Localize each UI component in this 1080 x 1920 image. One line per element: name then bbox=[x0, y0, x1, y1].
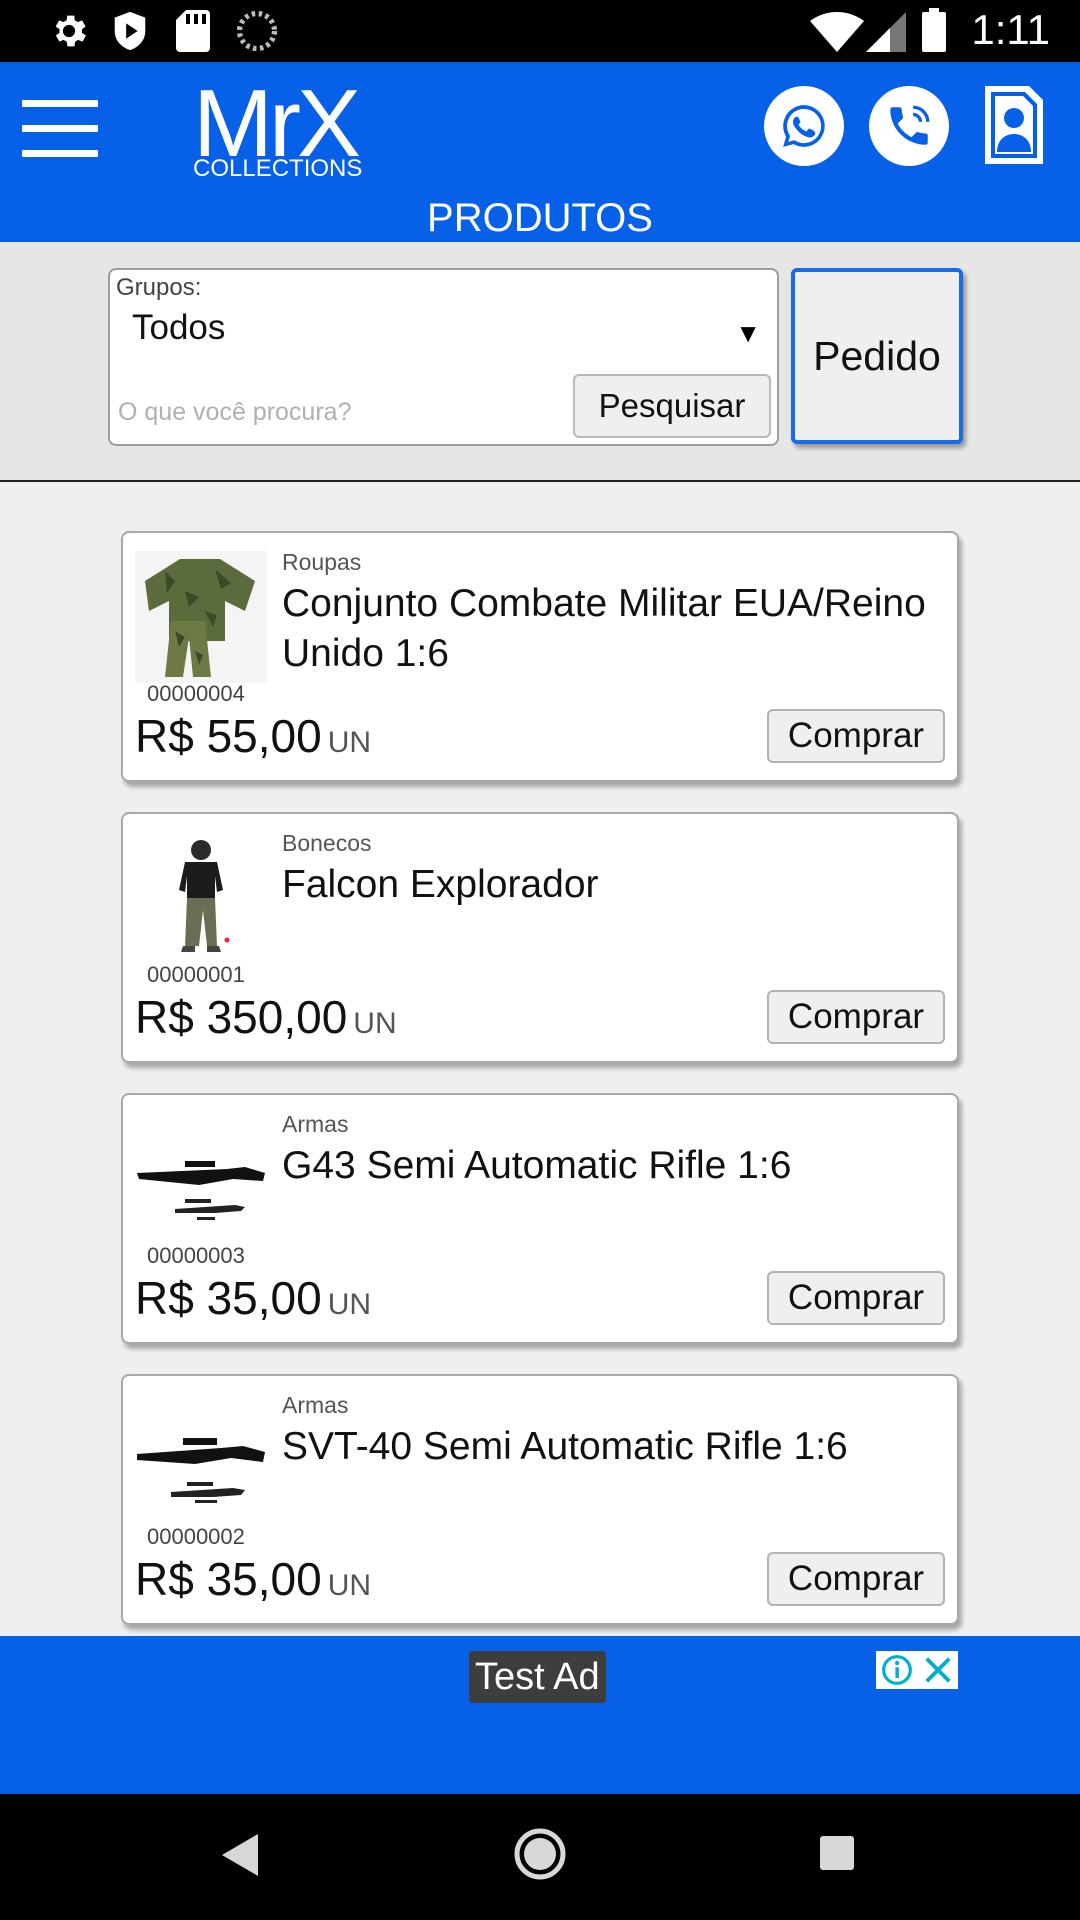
product-code: 00000001 bbox=[147, 962, 245, 987]
search-input[interactable] bbox=[118, 390, 568, 434]
product-card[interactable]: Armas G43 Semi Automatic Rifle 1:6 00000… bbox=[121, 1093, 959, 1344]
battery-icon bbox=[922, 8, 946, 52]
ad-label: Test Ad bbox=[469, 1651, 606, 1703]
phone-icon bbox=[890, 105, 930, 145]
product-price: R$ 55,00 UN bbox=[135, 710, 372, 762]
whatsapp-icon bbox=[783, 105, 825, 147]
product-code: 00000003 bbox=[147, 1243, 245, 1268]
buy-button[interactable]: Comprar bbox=[767, 1271, 945, 1325]
groups-label: Grupos: bbox=[116, 274, 202, 301]
brand-logo: MrX COLLECTIONS bbox=[193, 70, 363, 182]
product-price: R$ 35,00 UN bbox=[135, 1272, 372, 1324]
navigation-bar bbox=[0, 1794, 1080, 1920]
product-image bbox=[135, 1394, 267, 1526]
product-unit: UN bbox=[327, 1288, 372, 1321]
ad-controls bbox=[876, 1651, 958, 1689]
back-icon[interactable] bbox=[222, 1834, 258, 1876]
product-price: R$ 350,00 UN bbox=[135, 991, 397, 1043]
order-button[interactable]: Pedido bbox=[791, 268, 963, 444]
whatsapp-button[interactable] bbox=[764, 86, 844, 166]
product-name: Conjunto Combate Militar EUA/Reino Unido… bbox=[282, 582, 926, 675]
groups-select-value: Todos bbox=[132, 308, 226, 347]
wifi-icon bbox=[810, 12, 864, 52]
search-button[interactable]: Pesquisar bbox=[573, 374, 771, 438]
ad-banner[interactable]: Test Ad bbox=[0, 1636, 1080, 1794]
product-code: 00000004 bbox=[147, 681, 245, 706]
dropdown-arrow-icon: ▼ bbox=[735, 318, 761, 348]
product-unit: UN bbox=[327, 1569, 372, 1602]
product-image bbox=[135, 551, 267, 683]
product-name: Falcon Explorador bbox=[282, 863, 599, 906]
product-unit: UN bbox=[327, 726, 372, 759]
product-code: 00000002 bbox=[147, 1524, 245, 1549]
sd-card-icon bbox=[176, 10, 210, 52]
home-icon[interactable] bbox=[514, 1828, 566, 1880]
product-name: SVT-40 Semi Automatic Rifle 1:6 bbox=[282, 1425, 848, 1468]
status-time: 1:11 bbox=[971, 6, 1050, 53]
filter-area: Grupos: Todos ▼ Pesquisar Pedido bbox=[0, 242, 1080, 482]
product-card[interactable]: Bonecos Falcon Explorador 00000001 R$ 35… bbox=[121, 812, 959, 1063]
product-price: R$ 35,00 UN bbox=[135, 1553, 372, 1605]
app-header: MrX COLLECTIONS PRODUTOS bbox=[0, 62, 1080, 242]
product-card[interactable]: Armas SVT-40 Semi Automatic Rifle 1:6 00… bbox=[121, 1374, 959, 1625]
close-icon[interactable] bbox=[917, 1651, 958, 1689]
product-category: Roupas bbox=[282, 549, 362, 575]
menu-button[interactable] bbox=[22, 100, 100, 160]
shield-icon bbox=[114, 11, 146, 51]
product-category: Armas bbox=[282, 1392, 349, 1418]
recents-icon[interactable] bbox=[820, 1836, 854, 1870]
product-unit: UN bbox=[353, 1007, 397, 1040]
product-category: Armas bbox=[282, 1111, 349, 1137]
buy-button[interactable]: Comprar bbox=[767, 990, 945, 1044]
contact-button[interactable] bbox=[983, 84, 1045, 166]
menu-icon bbox=[22, 100, 98, 107]
buy-button[interactable]: Comprar bbox=[767, 709, 945, 763]
contact-icon bbox=[985, 86, 1043, 164]
phone-button[interactable] bbox=[869, 86, 949, 166]
product-name: G43 Semi Automatic Rifle 1:6 bbox=[282, 1144, 792, 1187]
product-image bbox=[135, 1113, 267, 1245]
product-image bbox=[135, 832, 267, 964]
filter-box: Grupos: Todos ▼ Pesquisar bbox=[108, 268, 779, 446]
gear-icon bbox=[55, 15, 86, 47]
groups-select[interactable]: Todos ▼ bbox=[110, 300, 777, 364]
buy-button[interactable]: Comprar bbox=[767, 1552, 945, 1606]
page-title: PRODUTOS bbox=[427, 196, 653, 240]
status-bar: 1:11 bbox=[0, 0, 1080, 62]
product-card[interactable]: Roupas Conjunto Combate Militar EUA/Rein… bbox=[121, 531, 959, 782]
loading-icon bbox=[236, 10, 278, 52]
signal-icon bbox=[866, 12, 906, 52]
product-category: Bonecos bbox=[282, 830, 372, 856]
info-icon[interactable] bbox=[876, 1651, 917, 1689]
